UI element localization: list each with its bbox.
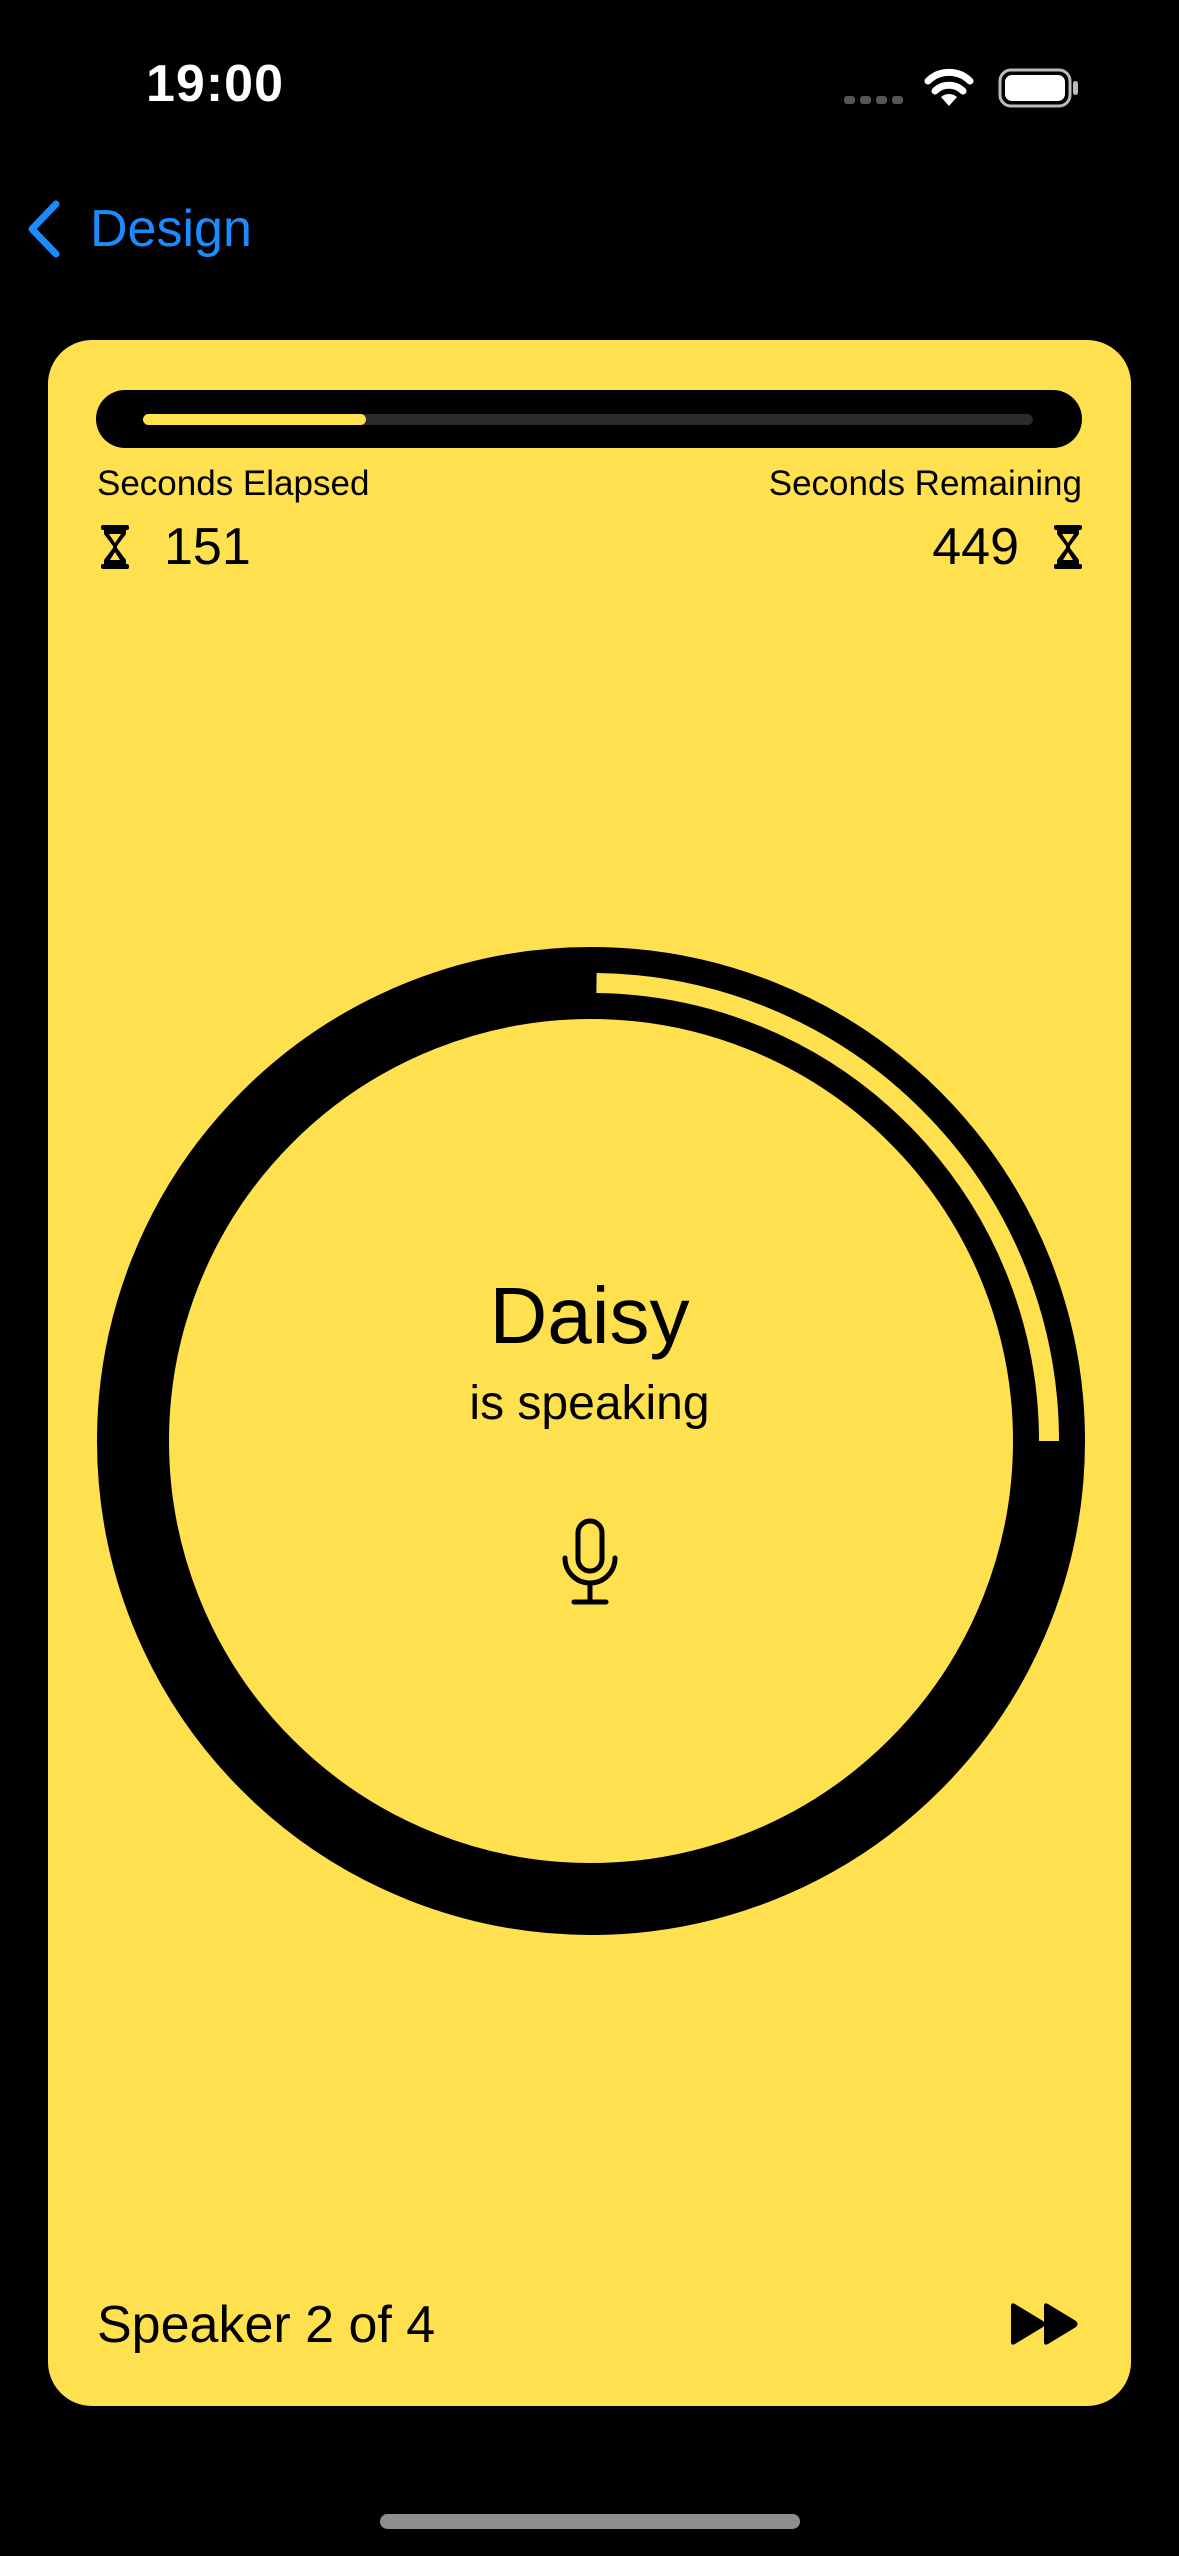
elapsed-counter: 151	[100, 510, 251, 584]
forward-fill-icon	[1011, 2303, 1078, 2345]
progress-fill	[143, 414, 366, 425]
progress-rail	[143, 414, 1033, 425]
skip-speaker-button[interactable]	[1008, 2300, 1082, 2348]
seconds-elapsed-value: 151	[164, 518, 251, 576]
speaker-progress-ring	[97, 947, 1085, 1935]
remaining-counter: 449	[932, 510, 1083, 584]
status-time: 19:00	[146, 55, 284, 113]
status-bar: 19:00	[0, 0, 1179, 150]
seconds-elapsed-label: Seconds Elapsed	[97, 464, 370, 503]
mic-icon	[562, 1518, 618, 1605]
speaker-count: Speaker 2 of 4	[97, 2296, 436, 2354]
seconds-remaining-value: 449	[932, 518, 1019, 576]
hourglass-icon	[101, 525, 129, 569]
meeting-progress-bar	[96, 390, 1082, 448]
cellular-signal-icon	[844, 96, 903, 104]
battery-icon	[998, 68, 1078, 108]
back-label: Design	[90, 200, 252, 258]
speaker-name: Daisy	[489, 1271, 690, 1360]
back-button[interactable]: Design	[22, 192, 252, 266]
meeting-timer-card: Seconds Elapsed Seconds Remaining 151 44…	[48, 340, 1131, 2406]
seconds-remaining-label: Seconds Remaining	[768, 464, 1082, 503]
home-indicator	[380, 2514, 800, 2529]
wifi-icon	[924, 68, 974, 106]
speaker-status: is speaking	[469, 1377, 710, 1430]
ring-completed-arc	[596, 973, 1059, 1442]
hourglass-icon	[1054, 525, 1082, 569]
chevron-left-icon	[28, 200, 60, 258]
